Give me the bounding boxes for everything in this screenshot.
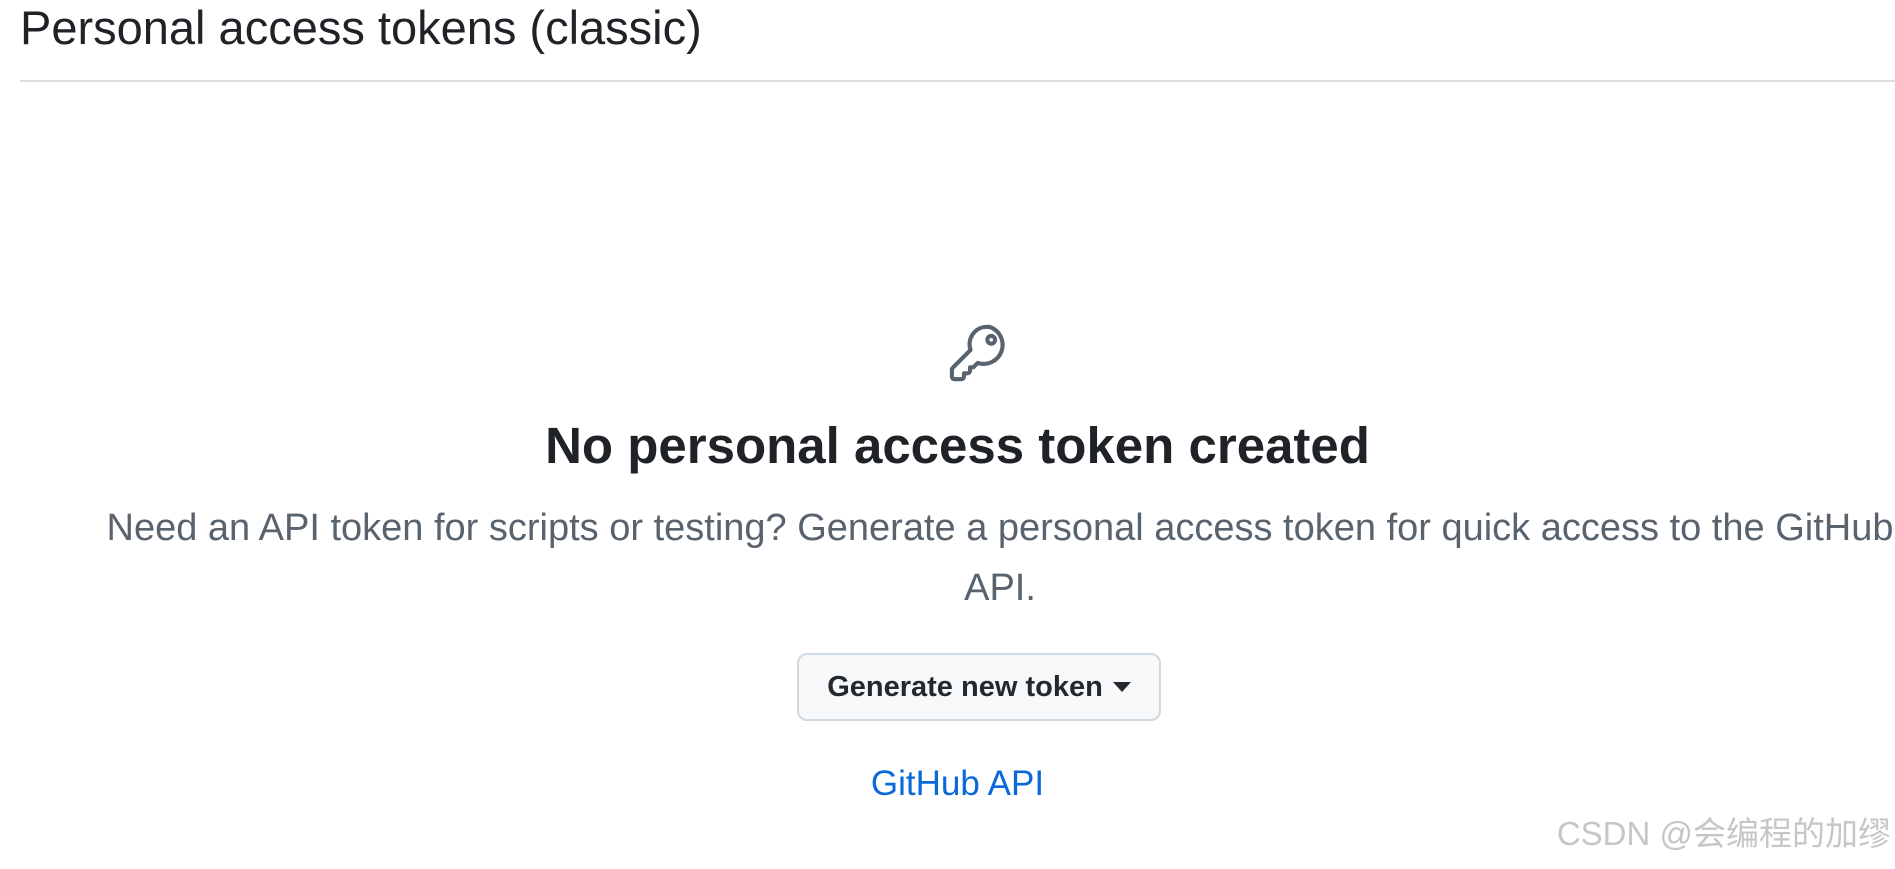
generate-new-token-button[interactable]: Generate new token (797, 653, 1161, 721)
empty-state-description: Need an API token for scripts or testing… (106, 507, 1894, 609)
page-header: Personal access tokens (classic) (20, 0, 1895, 82)
watermark: CSDN @会编程的加缪 (1556, 815, 1891, 852)
blankslate: No personal access token created Need an… (20, 82, 1895, 869)
caret-down-icon (1112, 682, 1131, 692)
empty-state-heading: No personal access token created (545, 417, 1370, 474)
key-icon (949, 324, 1005, 382)
github-api-link[interactable]: GitHub API (20, 762, 1895, 806)
page-title: Personal access tokens (classic) (20, 1, 702, 54)
generate-new-token-label: Generate new token (827, 670, 1103, 703)
